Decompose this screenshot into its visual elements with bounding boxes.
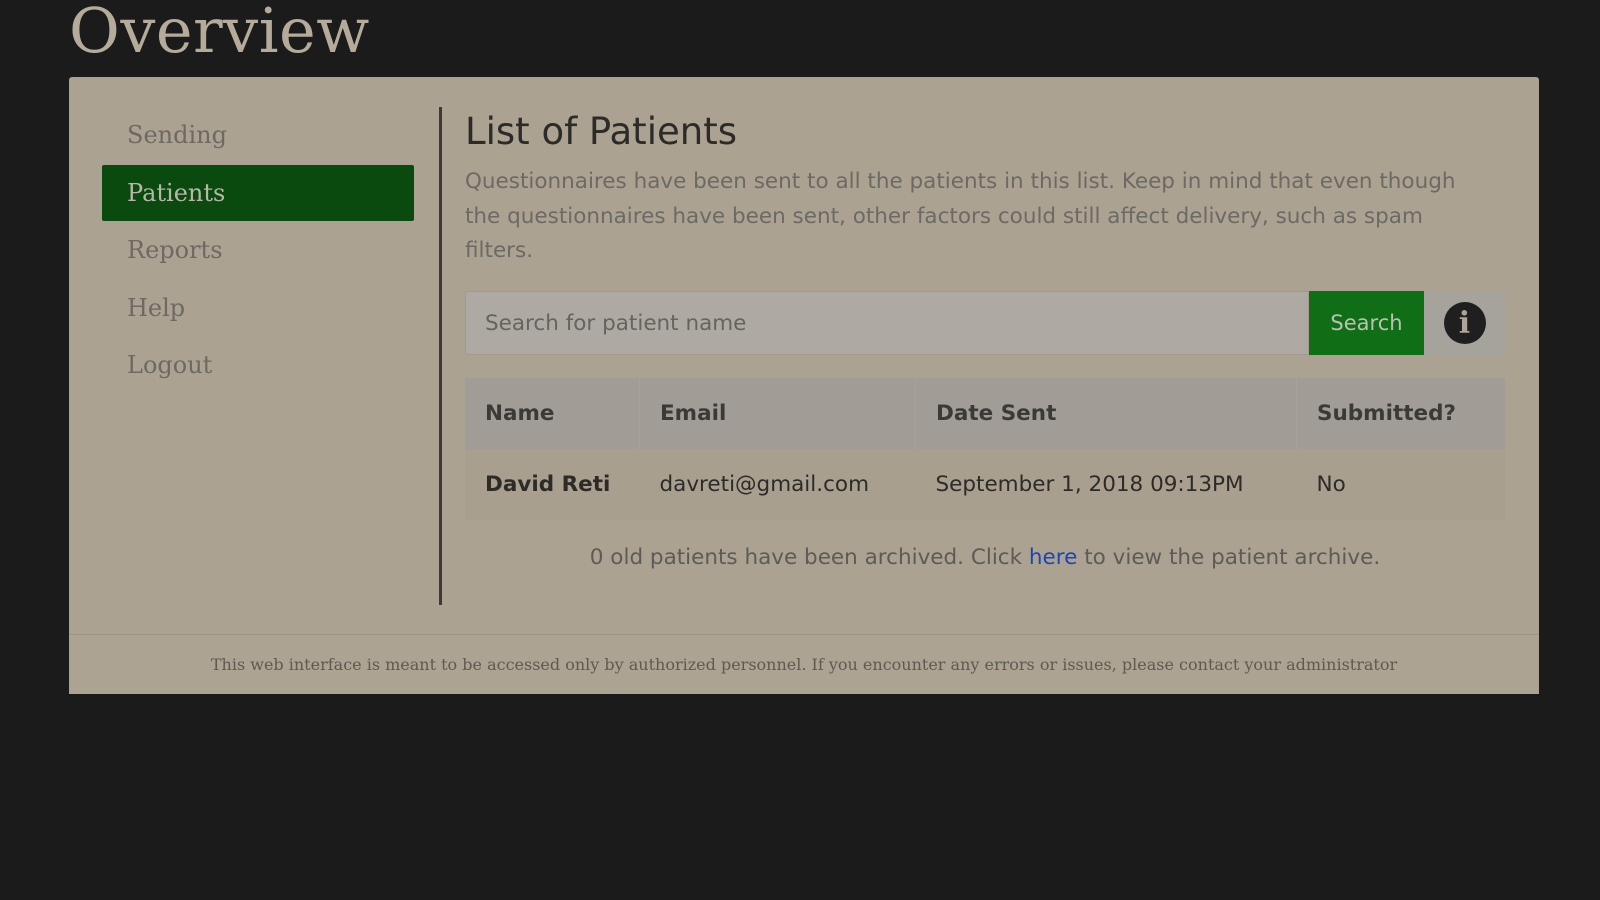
patient-email-cell: davreti@gmail.com <box>639 449 916 520</box>
column-header-date-sent[interactable]: Date Sent <box>915 378 1297 449</box>
sidebar-item-sending[interactable]: Sending <box>102 107 414 163</box>
patients-table: Name Email Date Sent Submitted? David Re… <box>465 378 1505 520</box>
patient-date-sent-cell: September 1, 2018 09:13PM <box>915 449 1297 520</box>
info-circle-icon: i <box>1443 302 1486 344</box>
main-panel: Sending Patients Reports Help Logout Lis… <box>69 77 1539 694</box>
info-button[interactable]: i <box>1424 291 1505 355</box>
sidebar-divider <box>439 107 442 605</box>
column-header-submitted[interactable]: Submitted? <box>1296 378 1505 449</box>
archive-note-text-before: 0 old patients have been archived. Click <box>589 545 1029 570</box>
sidebar-item-help[interactable]: Help <box>102 280 414 336</box>
table-row[interactable]: David Reti davreti@gmail.com September 1… <box>465 449 1505 520</box>
archive-note: 0 old patients have been archived. Click… <box>465 545 1505 570</box>
search-button[interactable]: Search <box>1309 291 1424 355</box>
archive-link[interactable]: here <box>1029 545 1077 570</box>
table-header-row: Name Email Date Sent Submitted? <box>465 378 1505 449</box>
patients-section: List of Patients Questionnaires have bee… <box>465 107 1505 570</box>
search-input[interactable] <box>465 291 1309 355</box>
sidebar-item-logout[interactable]: Logout <box>102 337 414 393</box>
patient-name-cell: David Reti <box>465 449 640 520</box>
column-header-name[interactable]: Name <box>465 378 640 449</box>
sidebar-nav: Sending Patients Reports Help Logout <box>102 107 414 395</box>
column-header-email[interactable]: Email <box>639 378 916 449</box>
archive-note-text-after: to view the patient archive. <box>1077 545 1381 570</box>
sidebar-item-patients[interactable]: Patients <box>102 164 414 221</box>
sidebar-item-reports[interactable]: Reports <box>102 222 414 278</box>
search-bar: Search i <box>465 291 1505 355</box>
section-description: Questionnaires have been sent to all the… <box>465 169 1456 263</box>
page-title: Overview <box>69 0 370 67</box>
footer-notice: This web interface is meant to be access… <box>69 634 1539 694</box>
patient-submitted-cell: No <box>1296 449 1505 520</box>
section-heading: List of Patients <box>465 110 737 153</box>
